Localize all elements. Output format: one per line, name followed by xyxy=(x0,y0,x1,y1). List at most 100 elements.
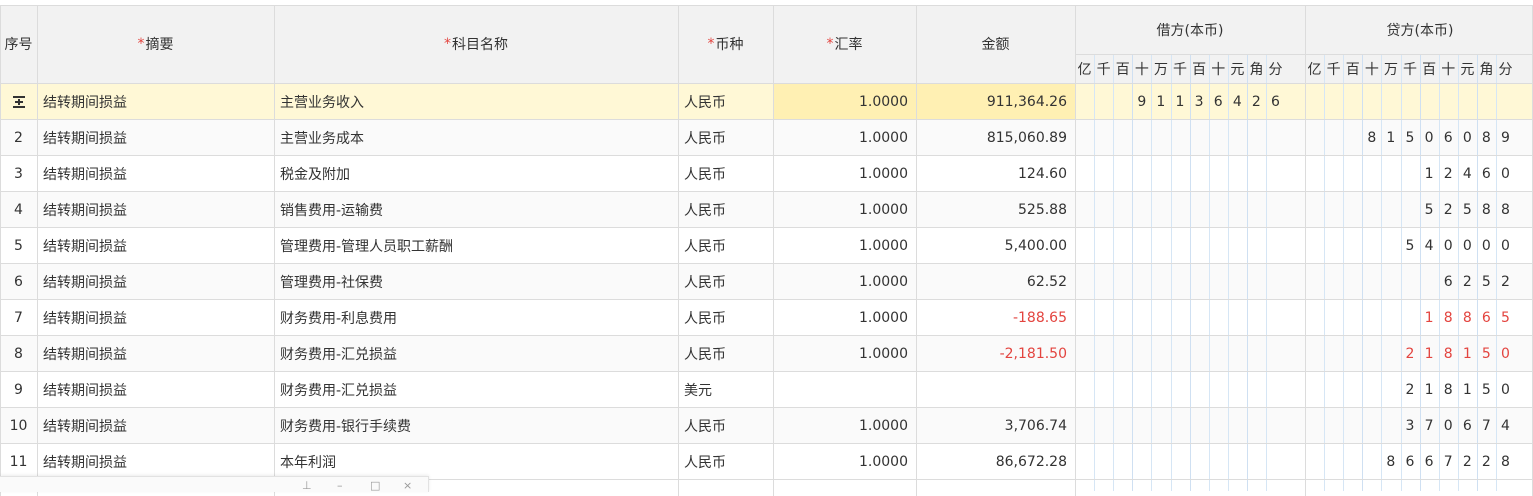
grid-line xyxy=(37,5,38,496)
cell-rate[interactable]: 1.0000 xyxy=(773,84,916,120)
pin-icon[interactable]: ⊥ xyxy=(302,479,312,492)
cell-account[interactable]: 财务费用-汇兑损益 xyxy=(274,372,678,408)
maximize-icon[interactable]: □ xyxy=(370,479,380,492)
cell-account[interactable]: 本年利润 xyxy=(274,444,678,480)
cell-summary[interactable]: 结转期间损益 xyxy=(37,372,274,408)
cell-amount[interactable]: 86,672.28 xyxy=(916,444,1075,480)
credit-digit: 1 xyxy=(1462,346,1472,362)
table-row[interactable]: 10 结转期间损益 财务费用-银行手续费 人民币 1.0000 3,706.74 3 7 0 6 7… xyxy=(0,408,1533,444)
table-row[interactable]: 2 结转期间损益 主营业务成本 人民币 1.0000 815,060.89 8 1 5 0 6 0 8 9 xyxy=(0,120,1533,156)
cell-currency[interactable]: 人民币 xyxy=(678,120,773,156)
cell-summary[interactable]: 结转期间损益 xyxy=(37,192,274,228)
cell-rate[interactable]: 1.0000 xyxy=(773,408,916,444)
cell-summary[interactable]: 结转期间损益 xyxy=(37,264,274,300)
cell-rate[interactable]: 1.0000 xyxy=(773,228,916,264)
cell-amount[interactable]: 815,060.89 xyxy=(916,120,1075,156)
cell-amount[interactable]: 3,706.74 xyxy=(916,408,1075,444)
cell-summary[interactable]: 结转期间损益 xyxy=(37,156,274,192)
header-summary-label: 摘要 xyxy=(145,37,174,53)
credit-digit: 0 xyxy=(1443,238,1453,254)
header-rate: * 汇率 xyxy=(773,5,916,83)
cell-currency[interactable]: 人民币 xyxy=(678,264,773,300)
cell-currency[interactable]: 人民币 xyxy=(678,336,773,372)
cell-currency[interactable]: 人民币 xyxy=(678,156,773,192)
table-row[interactable]: 11 结转期间损益 本年利润 人民币 1.0000 86,672.28 8 6 6 7 2 2 8 xyxy=(0,444,1533,480)
credit-digit: 8 xyxy=(1481,202,1491,218)
cell-summary[interactable]: 结转期间损益 xyxy=(37,120,274,156)
grid-line xyxy=(0,155,1533,156)
cell-summary[interactable]: 结转期间损益 xyxy=(37,444,274,480)
credit-digit: 1 xyxy=(1386,130,1396,146)
cell-amount[interactable]: 525.88 xyxy=(916,192,1075,228)
minimize-icon[interactable]: – xyxy=(337,479,343,492)
cell-amount[interactable]: 5,400.00 xyxy=(916,228,1075,264)
cell-summary[interactable]: 结转期间损益 xyxy=(37,300,274,336)
cell-account[interactable]: 财务费用-利息费用 xyxy=(274,300,678,336)
debit-digit: 2 xyxy=(1251,94,1261,110)
cell-rate[interactable]: 1.0000 xyxy=(773,264,916,300)
cell-account[interactable]: 管理费用-管理人员职工薪酬 xyxy=(274,228,678,264)
cell-currency[interactable]: 人民币 xyxy=(678,444,773,480)
cell-amount[interactable]: -2,181.50 xyxy=(916,336,1075,372)
cell-currency[interactable]: 人民币 xyxy=(678,84,773,120)
cell-amount[interactable] xyxy=(916,372,1075,408)
credit-digit: 9 xyxy=(1501,130,1510,146)
credit-digit: 2 xyxy=(1481,454,1491,470)
header-credit-unit: 亿 xyxy=(1305,55,1325,83)
cell-summary[interactable]: 结转期间损益 xyxy=(37,336,274,372)
cell-rate[interactable]: 1.0000 xyxy=(773,120,916,156)
cell-summary[interactable]: 结转期间损益 xyxy=(37,408,274,444)
credit-digit: 0 xyxy=(1501,238,1510,254)
cell-account[interactable]: 主营业务成本 xyxy=(274,120,678,156)
cell-amount[interactable]: 124.60 xyxy=(916,156,1075,192)
cell-currency[interactable]: 人民币 xyxy=(678,192,773,228)
credit-digit: 8 xyxy=(1367,130,1377,146)
cell-rate[interactable]: 1.0000 xyxy=(773,444,916,480)
cell-summary[interactable]: 结转期间损益 xyxy=(37,228,274,264)
cell-currency[interactable]: 人民币 xyxy=(678,408,773,444)
cell-amount[interactable]: -188.65 xyxy=(916,300,1075,336)
table-row[interactable]: 6 结转期间损益 管理费用-社保费 人民币 1.0000 62.52 6 2 5 2 xyxy=(0,264,1533,300)
grid-line xyxy=(1075,5,1076,496)
cell-rate[interactable]: 1.0000 xyxy=(773,336,916,372)
credit-digit: 5 xyxy=(1424,202,1434,218)
cell-account[interactable]: 主营业务收入 xyxy=(274,84,678,120)
close-icon[interactable]: × xyxy=(403,479,412,492)
credit-digit: 1 xyxy=(1462,382,1472,398)
header-credit-unit: 元 xyxy=(1457,55,1477,83)
credit-digit: 2 xyxy=(1501,274,1510,290)
cell-rate[interactable]: 1.0000 xyxy=(773,300,916,336)
grid-line xyxy=(773,5,774,496)
table-row[interactable]: 4 结转期间损益 销售费用-运输费 人民币 1.0000 525.88 5 2 5 8 8 xyxy=(0,192,1533,228)
cell-account[interactable]: 税金及附加 xyxy=(274,156,678,192)
cell-currency[interactable]: 美元 xyxy=(678,372,773,408)
insert-row-icon[interactable] xyxy=(0,84,37,120)
cell-rate[interactable]: 1.0000 xyxy=(773,156,916,192)
cell-amount[interactable]: 911,364.26 xyxy=(916,84,1075,120)
header-credit: 贷方(本币) xyxy=(1305,5,1533,54)
cell-account[interactable]: 财务费用-银行手续费 xyxy=(274,408,678,444)
cell-account[interactable]: 财务费用-汇兑损益 xyxy=(274,336,678,372)
header-credit-unit: 千 xyxy=(1400,55,1420,83)
grid-line xyxy=(0,263,1533,264)
table-row[interactable]: 8 结转期间损益 财务费用-汇兑损益 人民币 1.0000 -2,181.50 2 1 8 1 5 0 xyxy=(0,336,1533,372)
cell-account[interactable]: 销售费用-运输费 xyxy=(274,192,678,228)
header-debit: 借方(本币) xyxy=(1075,5,1305,54)
credit-digit: 5 xyxy=(1462,202,1472,218)
cell-rate[interactable] xyxy=(773,372,916,408)
cell-amount[interactable]: 62.52 xyxy=(916,264,1075,300)
credit-digit: 8 xyxy=(1462,310,1472,326)
debit-digit: 1 xyxy=(1175,94,1185,110)
table-row[interactable]: 结转期间损益 主营业务收入 人民币 1.0000 911,364.26 9 1 1 3 6 4 2 6 xyxy=(0,84,1533,120)
header-credit-unit: 分 xyxy=(1496,55,1516,83)
grid-line xyxy=(0,299,1533,300)
table-row[interactable]: 7 结转期间损益 财务费用-利息费用 人民币 1.0000 -188.65 1 8 8 6 5 xyxy=(0,300,1533,336)
cell-rate[interactable]: 1.0000 xyxy=(773,192,916,228)
cell-currency[interactable]: 人民币 xyxy=(678,300,773,336)
table-row[interactable]: 3 结转期间损益 税金及附加 人民币 1.0000 124.60 1 2 4 6 0 xyxy=(0,156,1533,192)
cell-summary[interactable]: 结转期间损益 xyxy=(37,84,274,120)
table-row[interactable]: 9 结转期间损益 财务费用-汇兑损益 美元 2 1 8 1 5 0 xyxy=(0,372,1533,408)
table-row[interactable]: 5 结转期间损益 管理费用-管理人员职工薪酬 人民币 1.0000 5,400.00 5 4 0… xyxy=(0,228,1533,264)
cell-currency[interactable]: 人民币 xyxy=(678,228,773,264)
cell-account[interactable]: 管理费用-社保费 xyxy=(274,264,678,300)
